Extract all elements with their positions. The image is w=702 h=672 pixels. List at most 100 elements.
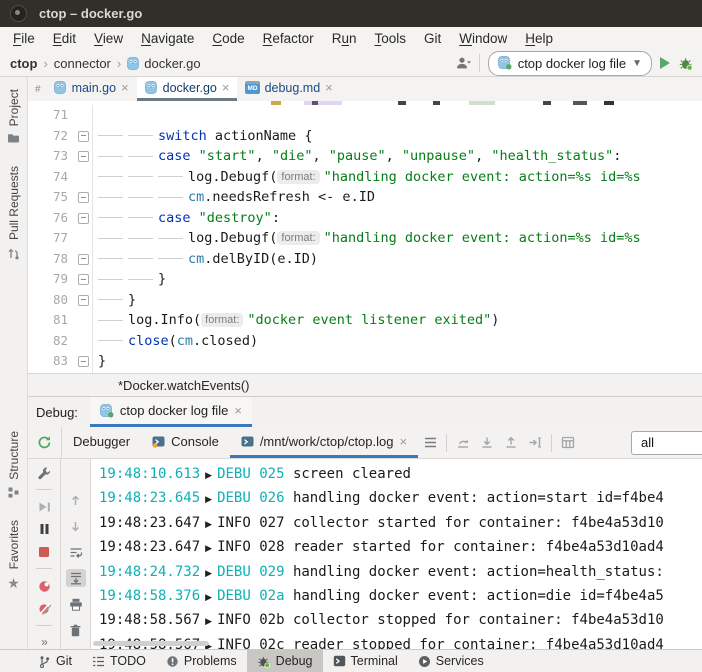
breadcrumb-connector[interactable]: connector xyxy=(54,56,111,71)
debug-button[interactable] xyxy=(678,56,694,71)
line-number[interactable]: 82 xyxy=(28,331,76,352)
statusbar-item-services[interactable]: Services xyxy=(408,650,494,672)
fold-marker-icon[interactable] xyxy=(78,131,89,142)
code-line: 78cm.delByID(e.ID) xyxy=(28,249,702,270)
stripe-item-favorites[interactable]: Favorites★ xyxy=(7,520,21,590)
editor-tab-debug.md[interactable]: MDdebug.md× xyxy=(237,77,340,101)
statusbar-item-problems[interactable]: Problems xyxy=(156,650,247,672)
breadcrumb-ctop[interactable]: ctop xyxy=(10,56,37,71)
log-arrow-icon: ▶ xyxy=(200,471,217,481)
settings-wrench-icon[interactable] xyxy=(34,465,54,480)
arrow-up-from-line-icon[interactable] xyxy=(499,432,523,454)
next-occurrence-icon[interactable] xyxy=(66,517,86,535)
code-editor[interactable]: 7172switch actionName {73case "start", "… xyxy=(28,101,702,373)
clear-trash-icon[interactable] xyxy=(66,621,86,639)
debug-tab-debugger[interactable]: Debugger xyxy=(62,427,141,458)
restore-layout-icon[interactable] xyxy=(556,432,580,454)
rerun-button[interactable] xyxy=(28,427,62,458)
log-filter-select[interactable]: all xyxy=(631,431,702,455)
menu-edit[interactable]: Edit xyxy=(44,29,85,48)
line-number[interactable]: 81 xyxy=(28,310,76,331)
stripe-item-project[interactable]: Project xyxy=(7,89,21,144)
fold-marker-icon[interactable] xyxy=(78,356,89,367)
line-number[interactable]: 72 xyxy=(28,126,76,147)
line-number[interactable]: 83 xyxy=(28,351,76,372)
fold-marker-icon[interactable] xyxy=(78,254,89,265)
line-number[interactable]: 75 xyxy=(28,187,76,208)
line-number[interactable]: 76 xyxy=(28,208,76,229)
close-icon[interactable]: × xyxy=(121,81,129,94)
todo-list-icon xyxy=(92,656,105,667)
pause-button[interactable] xyxy=(34,522,54,537)
statusbar-item-todo[interactable]: TODO xyxy=(82,650,156,672)
fold-gutter xyxy=(76,187,92,208)
editor-tab-main.go[interactable]: main.go× xyxy=(46,77,137,101)
stripe-item-pull-requests[interactable]: Pull Requests xyxy=(7,166,21,260)
scroll-to-end-icon[interactable] xyxy=(66,569,86,587)
line-number[interactable]: 73 xyxy=(28,146,76,167)
close-icon[interactable]: × xyxy=(399,435,407,448)
menu-git[interactable]: Git xyxy=(415,29,450,48)
line-number[interactable]: 80 xyxy=(28,290,76,311)
log-console[interactable]: 19:48:10.613▶DEBU 025 screen cleared19:4… xyxy=(91,459,702,649)
fold-marker-icon[interactable] xyxy=(78,213,89,224)
fold-marker-icon[interactable] xyxy=(78,274,89,285)
fold-marker-icon[interactable] xyxy=(78,295,89,306)
statusbar-item-git[interactable]: Git xyxy=(28,650,82,672)
editor-tab-bar: # main.go×docker.go×MDdebug.md× xyxy=(28,77,702,101)
line-number[interactable]: 84 xyxy=(28,372,76,374)
stripe-item-structure[interactable]: Structure xyxy=(7,431,21,498)
menu-refactor[interactable]: Refactor xyxy=(254,29,323,48)
debug-session-tab[interactable]: ctop docker log file × xyxy=(90,397,252,427)
menu-bar: FileEditViewNavigateCodeRefactorRunTools… xyxy=(0,27,702,50)
editor-tab-docker.go[interactable]: docker.go× xyxy=(137,77,238,101)
user-icon[interactable] xyxy=(456,56,471,70)
arrow-down-to-line-icon[interactable] xyxy=(475,432,499,454)
tab-options-icon[interactable]: # xyxy=(30,84,46,95)
sticky-context-line[interactable]: *Docker.watchEvents() xyxy=(28,373,702,396)
code-text: log.Info(format:"docker event listener e… xyxy=(92,310,702,331)
menu-tools[interactable]: Tools xyxy=(365,29,415,48)
menu-file[interactable]: File xyxy=(4,29,44,48)
statusbar-item-terminal[interactable]: Terminal xyxy=(323,650,408,672)
line-number[interactable]: 77 xyxy=(28,228,76,249)
up-stack-icon[interactable] xyxy=(451,432,475,454)
line-number[interactable]: 71 xyxy=(28,105,76,126)
menu-navigate[interactable]: Navigate xyxy=(132,29,203,48)
line-number[interactable]: 79 xyxy=(28,269,76,290)
log-arrow-icon: ▶ xyxy=(200,617,217,627)
close-icon[interactable]: × xyxy=(325,81,333,94)
run-configuration-select[interactable]: ctop docker log file ▼ xyxy=(488,51,652,76)
debug-tab--mnt-work-ctop-ctop-log[interactable]: /mnt/work/ctop/ctop.log× xyxy=(230,427,418,458)
run-to-cursor-icon[interactable] xyxy=(523,432,547,454)
stripe-label: Project xyxy=(7,89,21,126)
close-icon[interactable]: × xyxy=(234,404,242,417)
window-menu-button[interactable] xyxy=(10,5,27,22)
mute-breakpoints-icon[interactable] xyxy=(34,601,54,616)
breadcrumb-docker.go[interactable]: docker.go xyxy=(127,56,200,71)
fold-marker-icon[interactable] xyxy=(78,151,89,162)
hamburger-menu-icon[interactable] xyxy=(418,432,442,454)
soft-wrap-icon[interactable] xyxy=(66,543,86,561)
resume-button[interactable] xyxy=(34,499,54,514)
prev-occurrence-icon[interactable] xyxy=(66,491,86,509)
view-breakpoints-icon[interactable] xyxy=(34,578,54,593)
breadcrumb-separator: › xyxy=(43,56,47,71)
menu-code[interactable]: Code xyxy=(203,29,253,48)
print-icon[interactable] xyxy=(66,595,86,613)
horizontal-scrollbar[interactable] xyxy=(93,641,209,646)
statusbar-item-debug[interactable]: Debug xyxy=(247,650,323,672)
menu-run[interactable]: Run xyxy=(323,29,366,48)
toolbar-divider xyxy=(446,434,447,452)
menu-view[interactable]: View xyxy=(85,29,132,48)
line-number[interactable]: 74 xyxy=(28,167,76,188)
more-actions-icon[interactable]: » xyxy=(41,635,47,649)
run-button[interactable] xyxy=(660,57,670,69)
close-icon[interactable]: × xyxy=(222,81,230,94)
stop-button[interactable] xyxy=(34,544,54,559)
line-number[interactable]: 78 xyxy=(28,249,76,270)
menu-window[interactable]: Window xyxy=(450,29,516,48)
debug-tab-console[interactable]: Console xyxy=(141,427,230,458)
fold-marker-icon[interactable] xyxy=(78,192,89,203)
menu-help[interactable]: Help xyxy=(516,29,562,48)
